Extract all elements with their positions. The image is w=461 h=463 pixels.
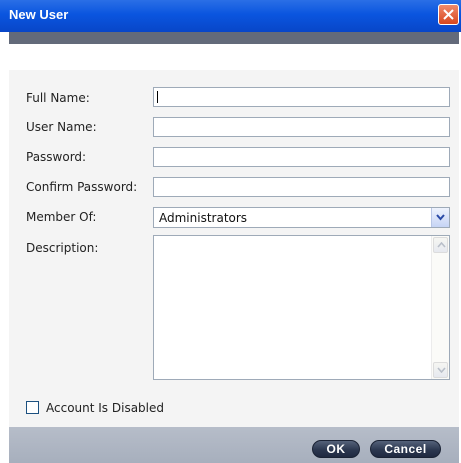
cancel-button[interactable]: Cancel (370, 440, 441, 458)
confirm-password-field[interactable] (153, 177, 450, 197)
scroll-up-icon (437, 242, 446, 248)
header-band (9, 44, 459, 70)
scroll-down-icon (437, 367, 446, 373)
window-title: New User (9, 7, 69, 22)
member-of-label: Member Of: (26, 210, 97, 224)
account-disabled-checkbox[interactable] (26, 401, 39, 414)
member-of-select[interactable]: Administrators (153, 207, 450, 228)
text-caret (157, 91, 158, 103)
member-of-value: Administrators (159, 211, 248, 225)
user-name-label: User Name: (26, 120, 97, 134)
scroll-up-button[interactable] (433, 237, 448, 253)
full-name-label: Full Name: (26, 91, 90, 105)
vertical-scrollbar[interactable] (431, 236, 449, 379)
chevron-down-icon (436, 214, 445, 221)
close-button[interactable] (438, 4, 459, 25)
password-label: Password: (26, 150, 87, 164)
header-strip (9, 32, 459, 44)
scroll-down-button[interactable] (433, 362, 448, 378)
confirm-password-label: Confirm Password: (26, 180, 138, 194)
title-bar: New User (0, 0, 461, 32)
user-name-field[interactable] (153, 117, 450, 137)
full-name-field[interactable] (153, 87, 450, 107)
ok-button[interactable]: OK (312, 440, 360, 458)
account-disabled-label: Account Is Disabled (46, 401, 165, 415)
password-field[interactable] (153, 147, 450, 167)
window-frame-left (0, 32, 9, 463)
description-textarea[interactable] (153, 235, 450, 380)
close-icon (443, 9, 454, 20)
dropdown-button[interactable] (431, 208, 449, 227)
dialog-footer: OK Cancel (9, 427, 459, 463)
description-label: Description: (26, 241, 99, 255)
